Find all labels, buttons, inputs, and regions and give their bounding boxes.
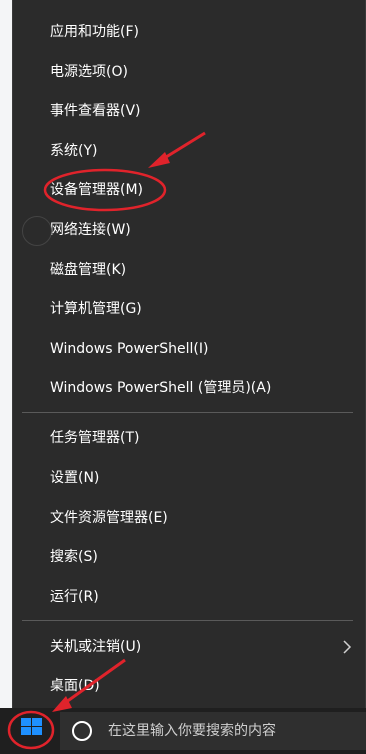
menu-item-powershell[interactable]: Windows PowerShell(I) <box>50 334 208 364</box>
menu-item-task-manager[interactable]: 任务管理器(T) <box>50 423 139 453</box>
menu-separator <box>22 620 353 621</box>
menu-item-network-connections[interactable]: 网络连接(W) <box>50 215 131 245</box>
faint-circle-artifact <box>22 216 52 246</box>
menu-item-computer-management[interactable]: 计算机管理(G) <box>50 294 142 324</box>
menu-item-system[interactable]: 系统(Y) <box>50 136 97 166</box>
windows-logo-icon[interactable] <box>12 709 52 745</box>
menu-item-search[interactable]: 搜索(S) <box>50 542 98 572</box>
menu-item-run[interactable]: 运行(R) <box>50 582 99 612</box>
start-context-menu: 应用和功能(F) 电源选项(O) 事件查看器(V) 系统(Y) 设备管理器(M)… <box>12 0 366 708</box>
menu-item-event-viewer[interactable]: 事件查看器(V) <box>50 96 141 126</box>
menu-item-settings[interactable]: 设置(N) <box>50 463 99 493</box>
menu-item-device-manager[interactable]: 设备管理器(M) <box>50 175 143 205</box>
menu-item-power-options[interactable]: 电源选项(O) <box>50 57 128 87</box>
menu-item-powershell-admin[interactable]: Windows PowerShell (管理员)(A) <box>50 373 271 403</box>
menu-item-file-explorer[interactable]: 文件资源管理器(E) <box>50 503 168 533</box>
menu-separator <box>22 412 353 413</box>
menu-item-disk-management[interactable]: 磁盘管理(K) <box>50 255 126 285</box>
search-placeholder: 在这里输入你要搜索的内容 <box>108 723 276 739</box>
menu-item-apps-features[interactable]: 应用和功能(F) <box>50 17 139 47</box>
taskbar-search-box[interactable]: 在这里输入你要搜索的内容 <box>60 712 366 750</box>
cortana-circle-icon[interactable] <box>72 721 92 741</box>
menu-item-desktop[interactable]: 桌面(D) <box>50 671 100 701</box>
desktop-background <box>0 0 12 710</box>
menu-item-shutdown-signout[interactable]: 关机或注销(U) <box>50 632 141 662</box>
chevron-right-icon <box>343 640 352 654</box>
